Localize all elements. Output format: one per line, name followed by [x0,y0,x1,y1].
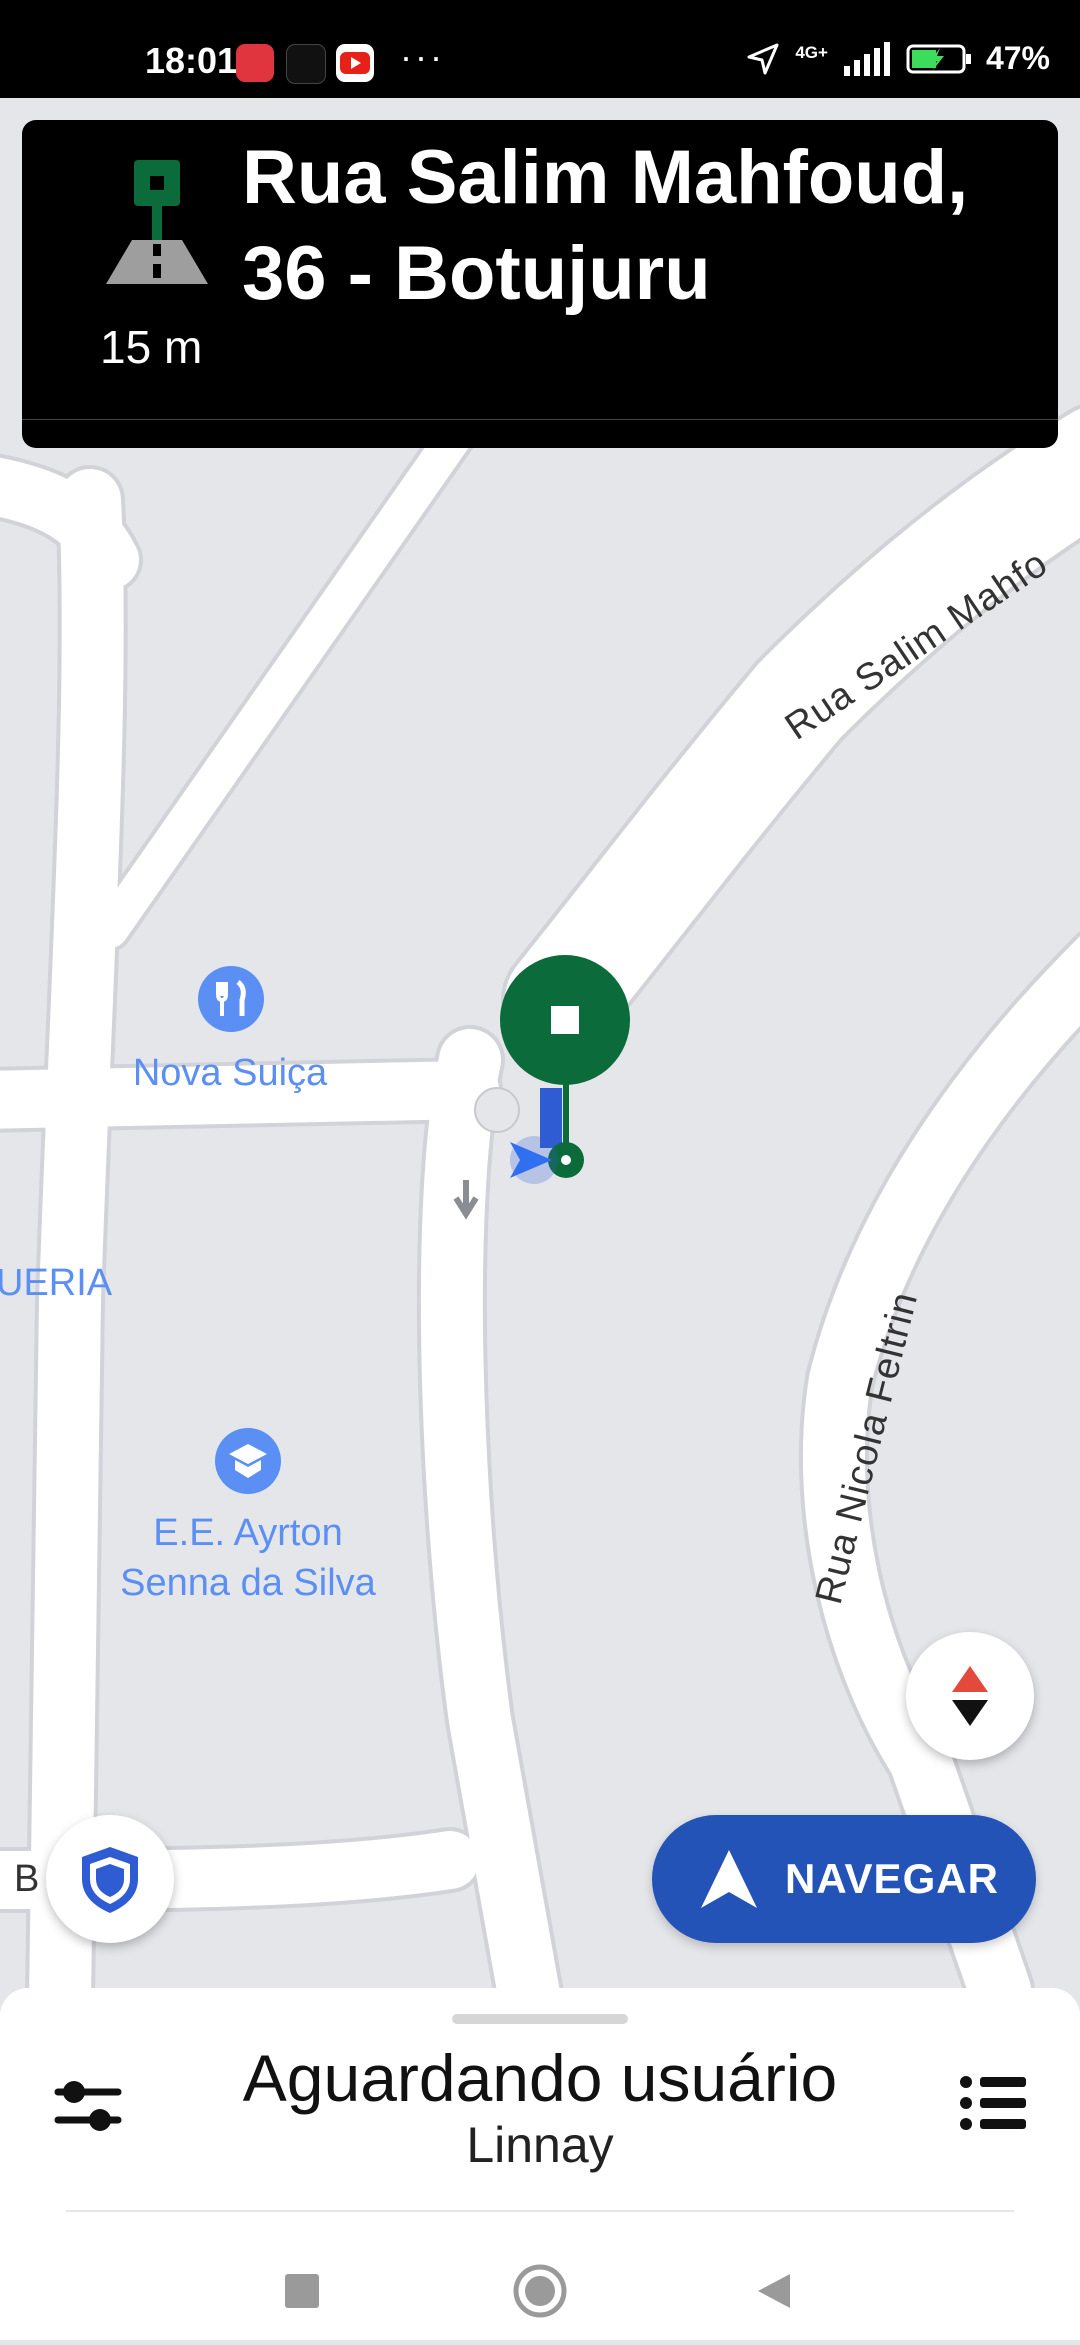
recent-apps-button[interactable] [285,2274,319,2308]
poi-label-nova-suica[interactable]: Nova Suiça [90,1048,370,1098]
status-bar: 18:01 ··· 4G+ 47% [0,0,1080,98]
banner-divider [22,419,1058,420]
vehicle-location-icon [510,1136,558,1184]
safety-toolkit-button[interactable] [46,1815,174,1943]
app-notification-icon [236,44,274,82]
street-label-partial: B [14,1858,41,1900]
uber-icon [286,44,326,84]
navigate-button[interactable]: NAVEGAR [652,1815,1036,1943]
battery-level: 47% [985,40,1050,76]
compass-button[interactable] [906,1632,1034,1760]
navigation-instruction-banner[interactable]: 15 m Rua Salim Mahfoud, 36 - Botujuru [22,120,1058,448]
destination-road-icon [106,160,208,284]
instruction-street: Rua Salim Mahfoud, 36 - Botujuru [242,135,969,316]
school-icon[interactable] [215,1428,281,1494]
rider-name: Linnay [466,2117,614,2173]
status-overflow: ··· [400,36,445,77]
destination-stop-marker[interactable] [500,955,630,1085]
youtube-icon [336,44,374,82]
signal-icon [843,41,890,76]
trip-status-title: Aguardando usuário [242,2041,838,2115]
sheet-drag-handle[interactable] [452,2014,628,2024]
roundabout-island [474,1087,520,1133]
list-menu-icon[interactable] [958,2070,1028,2136]
shield-icon [82,1847,138,1913]
network-type: 4G+ [795,43,828,62]
sheet-divider [66,2210,1014,2212]
restaurant-icon[interactable] [198,966,264,1032]
stop-square-icon [551,1006,579,1034]
back-button[interactable] [758,2274,790,2308]
instruction-distance: 15 m [100,321,203,373]
system-navigation-bar [0,2232,1080,2340]
poi-label-school[interactable]: E.E. Ayrton Senna da Silva [80,1508,416,1608]
status-right: 4G+ 47% [745,40,1050,77]
poi-label-partial: UERIA [0,1262,113,1304]
battery-icon [906,44,971,73]
navigation-arrow-icon [701,1850,757,1908]
status-time: 18:01 [145,40,238,81]
navigate-button-label: NAVEGAR [785,1855,999,1902]
compass-icon [952,1666,988,1726]
location-arrow-icon [747,43,779,74]
home-button[interactable] [513,2264,567,2318]
